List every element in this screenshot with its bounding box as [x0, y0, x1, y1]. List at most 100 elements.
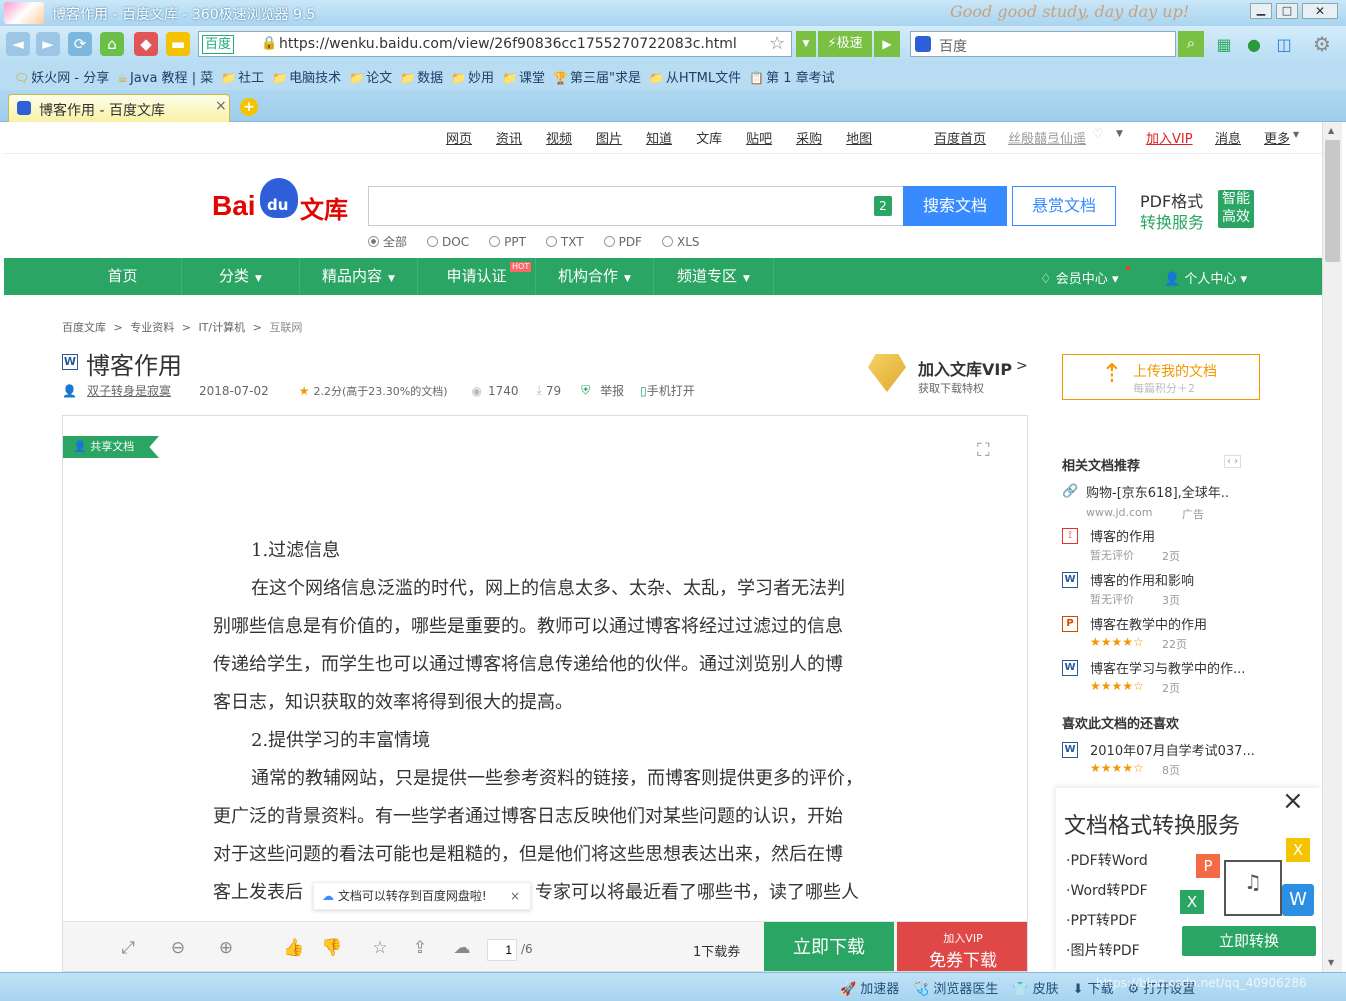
apps-icon[interactable]: ▦ [1212, 32, 1236, 56]
personal-center-link[interactable]: 👤 个人中心 ▾ [1164, 268, 1247, 287]
forward-icon[interactable]: ► [36, 32, 60, 56]
translate-icon[interactable]: ◫ [1272, 32, 1296, 56]
pdf-convert-promo[interactable]: PDF格式 转换服务 智能 高效 [1140, 188, 1260, 232]
new-tab-button[interactable]: + [240, 98, 258, 116]
filter-radio-2[interactable]: PPT [489, 233, 526, 250]
top-nav-link-8[interactable]: 地图 [846, 128, 872, 147]
search-icon[interactable]: ⌕ [1178, 31, 1204, 57]
baidu-home-link[interactable]: 百度首页 [934, 128, 986, 147]
top-nav-link-0[interactable]: 网页 [446, 128, 472, 147]
page-number-input[interactable] [487, 939, 517, 961]
filter-radio-3[interactable]: TXT [545, 233, 584, 250]
bookmark-item[interactable]: 📁 课堂 [502, 67, 545, 86]
settings-gear-icon[interactable]: ⚙ [1310, 32, 1334, 56]
convert-option-3[interactable]: ·图片转PDF [1066, 936, 1148, 966]
chevron-down-icon[interactable]: ▼ [1116, 129, 1123, 139]
top-nav-link-6[interactable]: 贴吧 [746, 128, 772, 147]
download-now-button[interactable]: 立即下载 [764, 922, 894, 971]
bookmark-item[interactable]: 🏆 第三届"求是 [553, 67, 641, 86]
status-item-0[interactable]: 🚀 加速器 [840, 978, 899, 997]
sidebar-doc-item[interactable]: W 博客的作用和影响 暂无评价 3页 [1062, 570, 1272, 610]
thumbs-up-icon[interactable]: 👍 [283, 937, 305, 959]
top-nav-link-2[interactable]: 视频 [546, 128, 572, 147]
more-link[interactable]: 更多 [1264, 128, 1290, 147]
maximize-button[interactable]: □ [1276, 3, 1298, 19]
nav-item-3[interactable]: 申请认证 HOT [418, 258, 536, 295]
nav-item-1[interactable]: 分类 ▼ [182, 258, 300, 295]
star-icon[interactable]: ☆ [769, 33, 785, 54]
top-nav-link-1[interactable]: 资讯 [496, 128, 522, 147]
top-nav-link-3[interactable]: 图片 [596, 128, 622, 147]
convert-option-1[interactable]: ·Word转PDF [1066, 876, 1148, 906]
bookmark-item[interactable]: 📁 从HTML文件 [649, 67, 741, 86]
speed-mode-button[interactable]: ⚡极速 [818, 31, 872, 57]
member-center-link[interactable]: ♢ 会员中心 ▾ [1040, 268, 1118, 287]
filter-radio-0[interactable]: 全部 [368, 233, 407, 250]
breadcrumb-item-2[interactable]: IT/计算机 [198, 321, 245, 334]
zoom-out-icon[interactable]: ⊖ [167, 937, 189, 959]
play-icon[interactable]: ▶ [874, 31, 900, 57]
status-item-1[interactable]: 🩺 浏览器医生 [913, 978, 998, 997]
bookmark-item[interactable]: 🗨 妖火网 - 分享 [14, 67, 109, 86]
author-link[interactable]: 双子转身是寂寞 [87, 382, 171, 399]
join-vip-link[interactable]: 加入VIP [1146, 128, 1193, 147]
close-window-button[interactable]: ✕ [1302, 3, 1338, 19]
nav-item-0[interactable]: 首页 [64, 258, 182, 295]
status-item-2[interactable]: 👕 皮肤 [1012, 978, 1058, 997]
nav-item-5[interactable]: 频道专区 ▼ [654, 258, 774, 295]
bookmark-item[interactable]: 📁 妙用 [451, 67, 494, 86]
mobile-open-link[interactable]: 手机打开 [647, 382, 695, 399]
report-link[interactable]: 举报 [600, 382, 624, 399]
scroll-down-arrow[interactable]: ▼ [1328, 958, 1334, 967]
bookmark-item[interactable]: 📁 社工 [221, 67, 264, 86]
tab-active[interactable]: 博客作用 - 百度文库 × [8, 94, 230, 122]
username-link[interactable]: 丝殷囍弖仙遥 [1008, 128, 1086, 147]
sidebar-doc-item[interactable]: W 2010年07月自学考试037... ★★★★☆ 8页 [1062, 740, 1272, 780]
baidu-cloud-icon[interactable]: ☁ [451, 937, 473, 959]
sidebar-doc-item[interactable]: P 博客在教学中的作用 ★★★★☆ 22页 [1062, 614, 1272, 654]
dropdown-arrow-icon[interactable]: ▼ [796, 31, 816, 57]
top-nav-link-4[interactable]: 知道 [646, 128, 672, 147]
address-bar[interactable]: 百度 🔒 https://wenku.baidu.com/view/26f908… [198, 31, 792, 57]
reward-doc-button[interactable]: 悬赏文档 [1012, 186, 1116, 226]
back-icon[interactable]: ◄ [6, 32, 30, 56]
bookmark-item[interactable]: 📁 数据 [400, 67, 443, 86]
upload-doc-button[interactable]: ⇡ 上传我的文档 每篇积分＋2 [1062, 354, 1260, 400]
top-nav-link-7[interactable]: 采购 [796, 128, 822, 147]
refresh-icon[interactable]: ⟳ [68, 32, 92, 56]
convert-now-button[interactable]: 立即转换 [1182, 926, 1316, 956]
search-doc-button[interactable]: 搜索文档 [903, 186, 1007, 226]
convert-option-0[interactable]: ·PDF转Word [1066, 846, 1148, 876]
vip-free-download-button[interactable]: 加入VIP 免券下载 [897, 922, 1027, 971]
top-nav-link-5[interactable]: 文库 [696, 128, 722, 147]
scroll-thumb[interactable] [1325, 140, 1340, 262]
eraser-icon[interactable]: ◆ [134, 32, 158, 56]
vertical-scrollbar[interactable]: ▲ ▼ [1322, 122, 1342, 972]
message-link[interactable]: 消息 [1215, 128, 1241, 147]
sidebar-doc-item[interactable]: W 博客在学习与教学中的作... ★★★★☆ 2页 [1062, 658, 1272, 698]
share-icon[interactable]: ⇪ [409, 937, 431, 959]
tab-close-icon[interactable]: × [215, 98, 227, 114]
bookmark-item[interactable]: ☕ Java 教程 | 菜 [117, 67, 213, 86]
breadcrumb-item-0[interactable]: 百度文库 [62, 321, 106, 334]
sidebar-doc-item[interactable]: ⟟ 博客的作用 暂无评价 2页 [1062, 526, 1272, 566]
thumbs-down-icon[interactable]: 👎 [321, 937, 343, 959]
breadcrumb-item-1[interactable]: 专业资料 [130, 321, 174, 334]
bookmark-item[interactable]: 📋 第 1 章考试 [749, 67, 835, 86]
evernote-icon[interactable]: ● [1242, 32, 1266, 56]
folder-icon[interactable]: ▬ [166, 32, 190, 56]
filter-radio-4[interactable]: PDF [603, 233, 642, 250]
vip-promo[interactable]: 加入文库VIP > 获取下载特权 [866, 354, 1034, 398]
expand-icon[interactable]: ⤢ [117, 937, 139, 959]
nav-item-4[interactable]: 机构合作 ▼ [536, 258, 654, 295]
minimize-button[interactable]: ▁ [1250, 3, 1272, 19]
filter-radio-5[interactable]: XLS [661, 233, 700, 250]
home-icon[interactable]: ⌂ [100, 32, 124, 56]
toast-close-icon[interactable]: × [510, 883, 520, 909]
favorite-star-icon[interactable]: ☆ [369, 937, 391, 959]
zoom-in-icon[interactable]: ⊕ [215, 937, 237, 959]
doc-search-input[interactable] [368, 186, 904, 226]
fullscreen-icon[interactable]: ⛶ [977, 440, 990, 461]
bookmark-item[interactable]: 📁 论文 [349, 67, 392, 86]
sidebar-pager[interactable]: ‹ › [1224, 455, 1242, 468]
